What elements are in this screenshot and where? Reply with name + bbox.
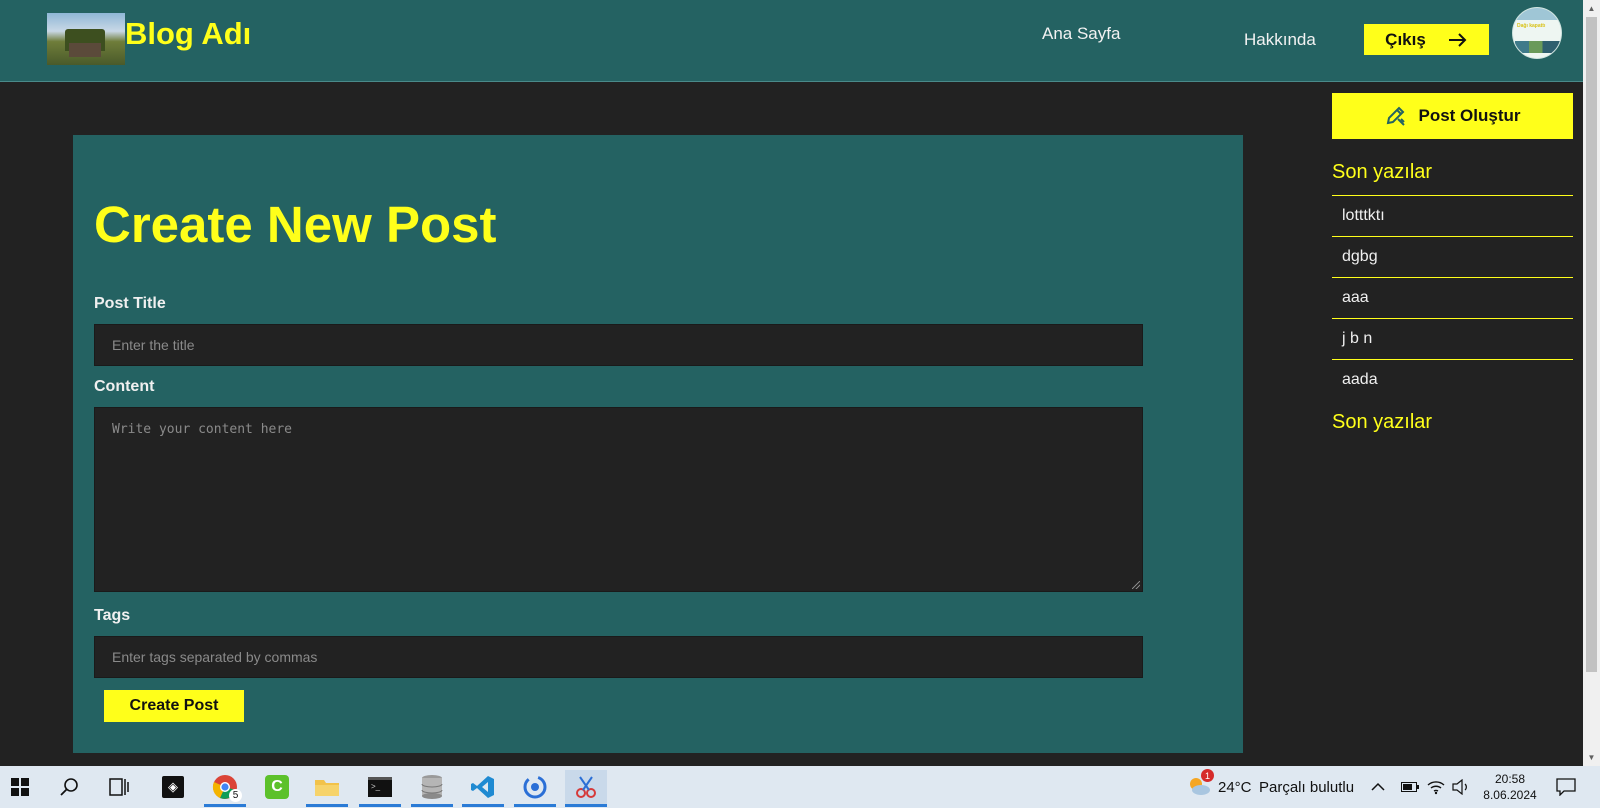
new-post-button[interactable]: Post Oluştur bbox=[1332, 93, 1573, 139]
recent-posts-heading-2: Son yazılar bbox=[1332, 411, 1433, 433]
file-explorer-icon[interactable] bbox=[306, 770, 348, 807]
wifi-icon[interactable] bbox=[1425, 770, 1447, 804]
scroll-down-arrow-icon[interactable]: ▼ bbox=[1583, 749, 1600, 766]
weather-badge: 1 bbox=[1201, 769, 1214, 782]
content-placeholder: Write your content here bbox=[112, 422, 293, 437]
sync-app-icon[interactable] bbox=[514, 770, 556, 807]
recent-post-item[interactable]: j b n bbox=[1332, 318, 1573, 359]
windows-taskbar: ◈ 5 C >_ 1 24°C Parçalı bulutlu 20:58 8.… bbox=[0, 766, 1600, 808]
clock-date: 8.06.2024 bbox=[1483, 788, 1537, 802]
site-header: Blog Adı Ana Sayfa Hakkında Çıkış Dağı k… bbox=[0, 0, 1583, 82]
weather-temp[interactable]: 24°C bbox=[1218, 779, 1252, 796]
volume-icon[interactable] bbox=[1450, 770, 1472, 804]
tags-input[interactable]: Enter tags separated by commas bbox=[94, 636, 1143, 678]
post-title-placeholder: Enter the title bbox=[112, 337, 195, 353]
snipping-tool-icon[interactable] bbox=[565, 770, 607, 807]
recent-post-item[interactable]: lotttktı bbox=[1332, 195, 1573, 236]
battery-icon[interactable] bbox=[1399, 770, 1421, 804]
new-post-label: Post Oluştur bbox=[1418, 106, 1521, 125]
tags-placeholder: Enter tags separated by commas bbox=[112, 649, 318, 665]
windows-start-icon[interactable] bbox=[3, 770, 37, 804]
unity-app-icon[interactable]: ◈ bbox=[156, 770, 190, 804]
page-scrollbar[interactable]: ▲ ▼ bbox=[1583, 0, 1600, 766]
weather-description[interactable]: Parçalı bulutlu bbox=[1259, 779, 1354, 796]
weather-icon[interactable]: 1 bbox=[1182, 769, 1216, 803]
database-icon[interactable] bbox=[411, 770, 453, 807]
nav-home-link[interactable]: Ana Sayfa bbox=[1042, 24, 1120, 44]
pencil-icon bbox=[1387, 106, 1406, 126]
recent-posts-heading: Son yazılar bbox=[1332, 161, 1433, 183]
recent-post-item[interactable]: aaa bbox=[1332, 277, 1573, 318]
scroll-up-arrow-icon[interactable]: ▲ bbox=[1583, 0, 1600, 17]
nav-about-link[interactable]: Hakkında bbox=[1244, 30, 1316, 50]
avatar-text: Dağı kapattı bbox=[1517, 23, 1546, 29]
search-icon[interactable] bbox=[53, 770, 87, 804]
post-title-input[interactable]: Enter the title bbox=[94, 324, 1143, 366]
resize-grip-icon[interactable] bbox=[1132, 581, 1140, 589]
chrome-badge: 5 bbox=[229, 789, 242, 802]
post-title-label: Post Title bbox=[94, 295, 166, 312]
recent-posts-list: lotttktı dgbg aaa j b n aada bbox=[1332, 195, 1573, 400]
content-label: Content bbox=[94, 378, 155, 395]
chevron-up-icon[interactable] bbox=[1368, 770, 1388, 804]
scroll-thumb[interactable] bbox=[1586, 17, 1597, 672]
create-post-button[interactable]: Create Post bbox=[104, 690, 244, 722]
clock-time: 20:58 bbox=[1494, 772, 1526, 786]
terminal-icon[interactable]: >_ bbox=[359, 770, 401, 807]
user-avatar[interactable]: Dağı kapattı bbox=[1512, 7, 1562, 59]
blog-logo-image[interactable] bbox=[47, 13, 125, 65]
chrome-app-icon[interactable]: 5 bbox=[204, 770, 246, 807]
logout-button[interactable]: Çıkış bbox=[1364, 24, 1489, 55]
logout-label: Çıkış bbox=[1385, 29, 1426, 49]
content-textarea[interactable]: Write your content here bbox=[94, 407, 1143, 592]
page-title: Create New Post bbox=[94, 196, 497, 253]
tags-label: Tags bbox=[94, 607, 131, 624]
recent-post-item[interactable]: dgbg bbox=[1332, 236, 1573, 277]
blog-title[interactable]: Blog Adı bbox=[125, 16, 251, 52]
task-view-icon[interactable] bbox=[102, 770, 136, 804]
camtasia-app-icon[interactable]: C bbox=[260, 770, 294, 804]
create-post-card: Create New Post Post Title Enter the tit… bbox=[73, 135, 1243, 753]
arrow-right-icon bbox=[1448, 32, 1467, 47]
system-clock[interactable]: 20:58 8.06.2024 bbox=[1480, 771, 1540, 803]
vscode-app-icon[interactable] bbox=[462, 770, 504, 807]
recent-post-item[interactable]: aada bbox=[1332, 359, 1573, 400]
notifications-icon[interactable] bbox=[1551, 770, 1581, 804]
